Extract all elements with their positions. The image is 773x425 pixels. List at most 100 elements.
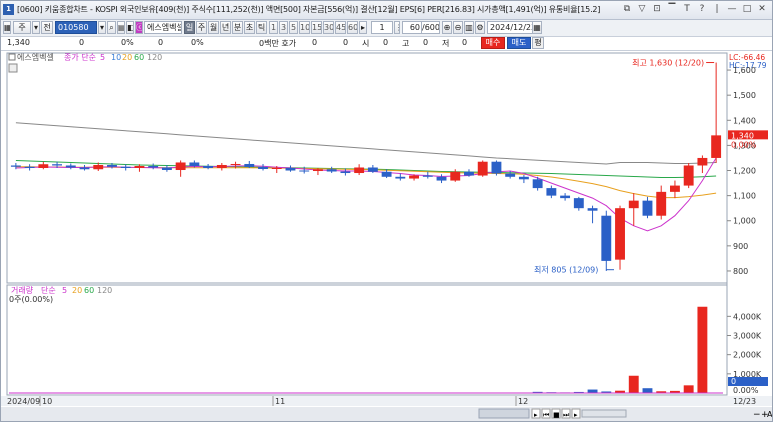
count-input[interactable]: 1 xyxy=(371,21,393,34)
prev-button[interactable]: 전 xyxy=(41,21,53,34)
screen-icon[interactable]: ⊡ xyxy=(651,3,663,15)
candle xyxy=(464,172,474,176)
spinner-icon[interactable]: ⋮ xyxy=(394,21,400,34)
stop-glyph: ■ xyxy=(553,411,560,419)
volume-bar xyxy=(588,390,598,393)
candle xyxy=(176,162,186,170)
link-icon[interactable]: ⧉ xyxy=(621,3,633,15)
minute-1-button[interactable]: 1 xyxy=(269,21,278,34)
help-icon[interactable]: ? xyxy=(696,3,708,15)
zoom-minus-icon: − xyxy=(753,410,761,420)
quote-strip: 1,340 0 0% 0 0% 0백만 호가 0 0 시 0 고 0 저 0 매… xyxy=(1,37,772,51)
candle xyxy=(546,188,556,196)
settings-icon[interactable]: ▸ xyxy=(359,21,367,34)
stock-name-field: 에스엠벡셀 xyxy=(144,21,182,34)
candle xyxy=(368,167,378,171)
vol-ma5-legend: 5 xyxy=(62,286,67,295)
font-icon[interactable]: T xyxy=(681,3,693,15)
view-count-input[interactable]: 60 xyxy=(402,21,422,34)
candle xyxy=(66,165,76,167)
period-tick-button[interactable]: 틱 xyxy=(256,21,267,34)
candle xyxy=(588,208,598,211)
scroll-thumb xyxy=(479,409,529,418)
last-glyph: ⏭ xyxy=(563,411,570,419)
candle xyxy=(286,168,296,171)
candle xyxy=(107,165,117,167)
candle xyxy=(93,165,103,169)
chart-icon[interactable]: ▤ xyxy=(117,21,125,34)
pin-icon[interactable]: ▔ xyxy=(666,3,678,15)
price-tick-label: 1,200 xyxy=(733,167,756,176)
price-tick-label: 1,600 xyxy=(733,66,756,75)
minute-3-button[interactable]: 3 xyxy=(279,21,288,34)
gear-icon[interactable]: ⚙ xyxy=(475,21,485,34)
period-day-button[interactable]: 일 xyxy=(184,21,195,34)
candle xyxy=(409,176,419,179)
grid-icon[interactable]: ▦ xyxy=(3,21,11,34)
legend-toggle-icon xyxy=(9,54,15,60)
price-legend-name: 에스엠벡셀 xyxy=(17,52,54,62)
minimize-icon[interactable]: — xyxy=(726,3,738,15)
candle xyxy=(203,166,213,168)
eval-button[interactable]: 평 xyxy=(532,37,544,49)
change-pct: 0% xyxy=(121,38,134,47)
candle xyxy=(711,135,721,158)
zoom-in-icon[interactable]: ⊕ xyxy=(442,21,452,34)
candle xyxy=(491,162,501,174)
xaxis-label-sep: 2024/09 xyxy=(7,397,40,406)
panel-menu-icon xyxy=(9,64,17,72)
candle xyxy=(505,174,515,177)
minute-10-button[interactable]: 10 xyxy=(299,21,310,34)
chart-window: 1 [0600] 키움종합차트 - KOSPI 외국인보유[409(천)] 주식… xyxy=(0,0,773,422)
period-second-button[interactable]: 초 xyxy=(244,21,255,34)
search-icon[interactable]: ⌕ xyxy=(107,21,116,34)
candlestick-chart[interactable]: 최고 1,630 (12/20)최저 805 (12/09) 에스엠벡셀 종가 … xyxy=(1,51,772,423)
play-glyph: ▸ xyxy=(534,411,538,419)
period-month-button[interactable]: 월 xyxy=(208,21,219,34)
candle xyxy=(80,167,90,169)
ask-value: 0 xyxy=(343,38,348,47)
minute-45-button[interactable]: 45 xyxy=(335,21,346,34)
minute-30-button[interactable]: 30 xyxy=(323,21,334,34)
dropdown-icon[interactable]: ▾ xyxy=(98,21,106,34)
open-value: 0 xyxy=(383,38,388,47)
candle xyxy=(162,167,172,170)
calendar-icon[interactable]: ▥ xyxy=(464,21,474,34)
price-tick-label: 1,500 xyxy=(733,91,756,100)
stock-code-input[interactable]: 010580 xyxy=(55,21,97,34)
sell-button[interactable]: 매도 xyxy=(507,37,531,49)
calendar-picker-icon[interactable]: ▦ xyxy=(532,21,542,34)
chart-area[interactable]: 최고 1,630 (12/20)최저 805 (12/09) 에스엠벡셀 종가 … xyxy=(1,51,772,423)
toolbar: ▦ 주 ▾ 전 010580 ▾ ⌕ ▤ ◧ ⓒ 에스엠벡셀 일 주 월 년 분… xyxy=(1,20,772,37)
dropdown-icon[interactable]: ▽ xyxy=(636,3,648,15)
min-annotation: 최저 805 (12/09) xyxy=(534,265,598,275)
candle xyxy=(231,164,241,165)
mode-select[interactable]: 주 xyxy=(13,21,31,34)
period-year-button[interactable]: 년 xyxy=(220,21,231,34)
vol-ma120-legend: 120 xyxy=(97,286,112,295)
minute-5-button[interactable]: 5 xyxy=(289,21,298,34)
price-tick-label: 900 xyxy=(733,242,748,251)
minute-60-button[interactable]: 60 xyxy=(347,21,358,34)
ma120-legend: 120 xyxy=(147,53,162,62)
current-price-label: 1,340 xyxy=(731,131,754,140)
price-tick-label: 1,000 xyxy=(733,217,756,226)
minute-15-button[interactable]: 15 xyxy=(311,21,322,34)
buy-button[interactable]: 매수 xyxy=(481,37,505,49)
period-week-button[interactable]: 주 xyxy=(196,21,207,34)
candle xyxy=(25,167,35,168)
chevron-down-icon[interactable]: ▾ xyxy=(32,21,40,34)
candle xyxy=(533,179,543,188)
volume: 0 xyxy=(158,38,163,47)
maximize-icon[interactable]: □ xyxy=(741,3,753,15)
date-input[interactable]: 2024/12/23 xyxy=(487,21,533,34)
period-minute-button[interactable]: 분 xyxy=(232,21,243,34)
close-icon[interactable]: ✕ xyxy=(756,3,768,15)
price-tick-label: 1,400 xyxy=(733,116,756,125)
zoom-out-icon[interactable]: ⊖ xyxy=(453,21,463,34)
lock-icon[interactable]: ◧ xyxy=(126,21,134,34)
volume-bar xyxy=(697,307,707,393)
vol-ma20-legend: 20 xyxy=(72,286,82,295)
candle xyxy=(313,169,323,171)
volume-bar xyxy=(629,376,639,393)
